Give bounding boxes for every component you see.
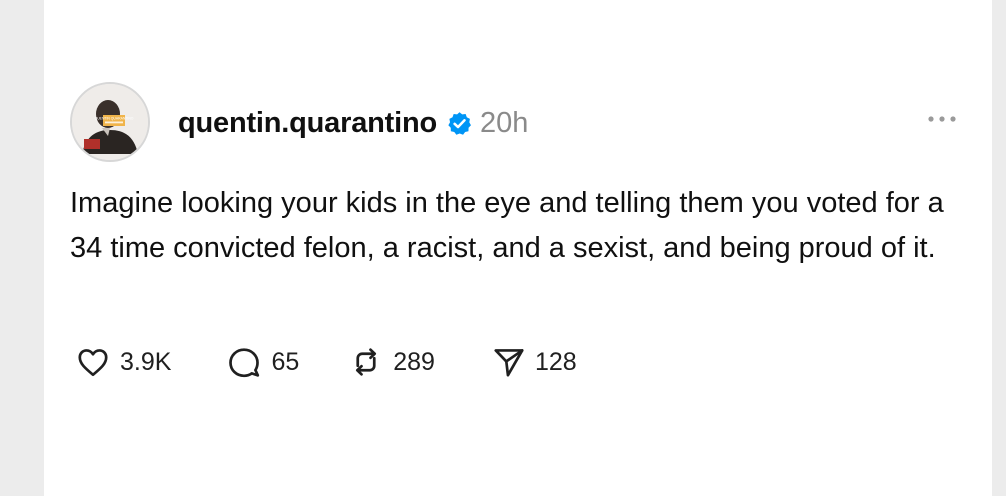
like-button[interactable]: 3.9K [74,344,171,380]
share-button[interactable]: 128 [491,344,577,380]
repost-icon [356,348,377,376]
author-avatar[interactable]: QUENTIN QUARANTINO [70,82,150,162]
post-text: Imagine looking your kids in the eye and… [70,187,944,264]
reply-button[interactable]: 65 [225,344,299,380]
post-actions: 3.9K 65 289 128 [74,340,577,384]
repost-button[interactable]: 289 [347,344,435,380]
share-count: 128 [534,347,577,376]
author-row: quentin.quarantino 20h [178,100,528,146]
comment-icon [229,348,260,378]
more-options-button[interactable] [924,106,960,132]
post-timestamp: 20h [480,106,529,139]
send-icon [494,349,524,377]
avatar-person-icon: QUENTIN QUARANTINO [72,84,148,160]
avatar-overlay-text: QUENTIN QUARANTINO [95,117,134,121]
more-dots-icon [928,116,956,122]
like-count: 3.9K [120,347,172,376]
author-username[interactable]: quentin.quarantino [178,107,437,140]
repost-count: 289 [393,347,435,376]
reply-count: 65 [271,347,300,376]
heart-icon [78,349,108,377]
verified-badge-icon [447,111,472,136]
